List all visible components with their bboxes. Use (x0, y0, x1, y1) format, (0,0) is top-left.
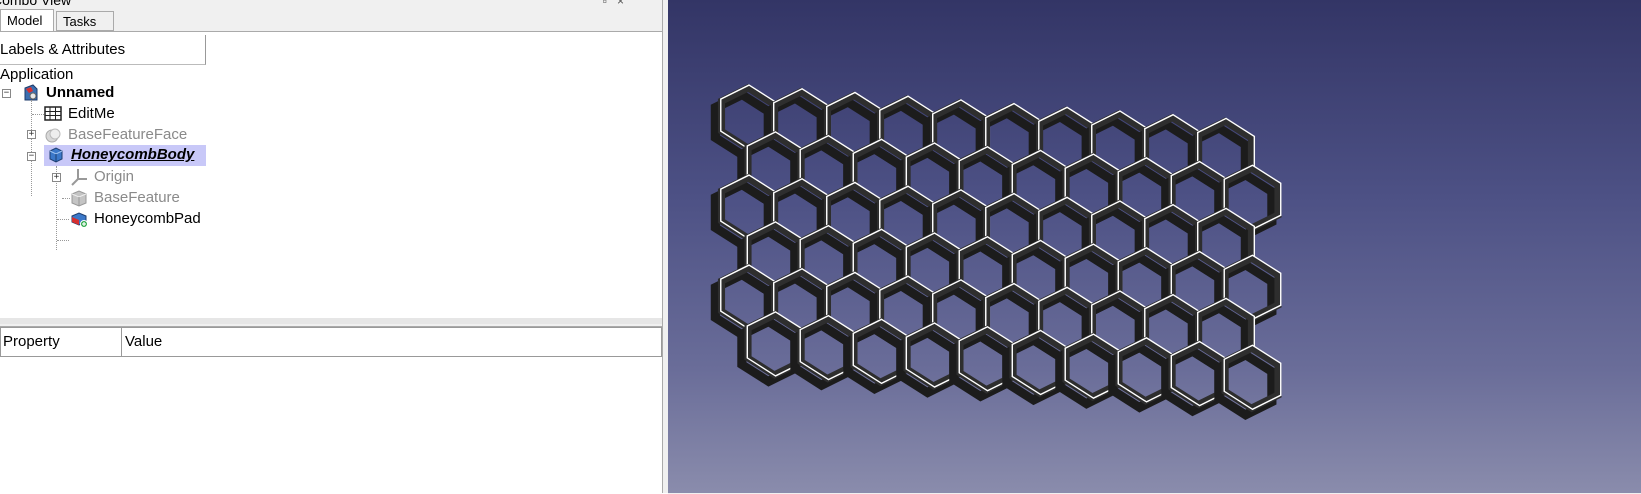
column-header-value[interactable]: Value (125, 328, 162, 356)
model-tree[interactable]: Labels & Attributes Application − Unname… (0, 31, 668, 324)
combo-view-panel: Combo View ▫× Model Tasks Labels & Attri… (0, 0, 668, 494)
column-header-property[interactable]: Property (1, 328, 122, 356)
tab-model[interactable]: Model (0, 9, 54, 32)
tree-column-header[interactable]: Labels & Attributes (0, 35, 206, 65)
expand-basefeatureface-toggle[interactable]: + (27, 130, 36, 139)
tree-root-application: Application (0, 66, 74, 83)
expand-origin-toggle[interactable]: + (52, 173, 61, 182)
tree-item-label: HoneycombBody (71, 146, 195, 163)
combo-view-title: Combo View (0, 0, 72, 8)
tree-item-honeycombpad[interactable]: HoneycombPad (70, 209, 201, 229)
3d-viewport[interactable] (668, 0, 1641, 493)
body-icon (49, 147, 63, 163)
base-feature-icon (71, 190, 87, 207)
property-header: Property Value (0, 327, 662, 357)
tree-connector (57, 219, 69, 220)
spreadsheet-icon (44, 106, 62, 121)
document-label: Unnamed (46, 84, 115, 101)
dock-buttons[interactable]: ▫× (603, 0, 634, 8)
honeycomb-lattice (710, 83, 1282, 420)
tree-item-document[interactable]: Unnamed (22, 83, 114, 103)
tab-tasks[interactable]: Tasks (56, 11, 114, 31)
tree-item-basefeature[interactable]: BaseFeature (70, 188, 180, 208)
tree-item-label: HoneycombPad (94, 210, 201, 227)
tree-item-label: BaseFeatureFace (68, 126, 188, 143)
tree-item-honeycombbody[interactable]: HoneycombBody (44, 145, 207, 166)
tree-item-basefeatureface[interactable]: BaseFeatureFace (44, 125, 187, 145)
collapse-honeycombbody-toggle[interactable]: − (27, 152, 36, 161)
tree-item-editme[interactable]: EditMe (44, 104, 115, 124)
collapse-document-toggle[interactable]: − (2, 89, 11, 98)
face-feature-icon (45, 128, 61, 143)
tree-item-label: EditMe (68, 105, 115, 122)
tree-connector (32, 114, 44, 115)
honeycomb-model[interactable] (668, 0, 1641, 493)
tree-property-splitter[interactable] (0, 318, 668, 324)
property-view[interactable]: Property Value (0, 326, 668, 494)
tree-connector (57, 240, 69, 241)
origin-axes-icon (71, 169, 87, 186)
pad-icon (71, 212, 88, 229)
tree-item-label: BaseFeature (94, 189, 180, 206)
tree-connector (62, 198, 70, 199)
tree-item-label: Origin (94, 168, 135, 185)
tree-item-origin[interactable]: Origin (70, 167, 134, 187)
